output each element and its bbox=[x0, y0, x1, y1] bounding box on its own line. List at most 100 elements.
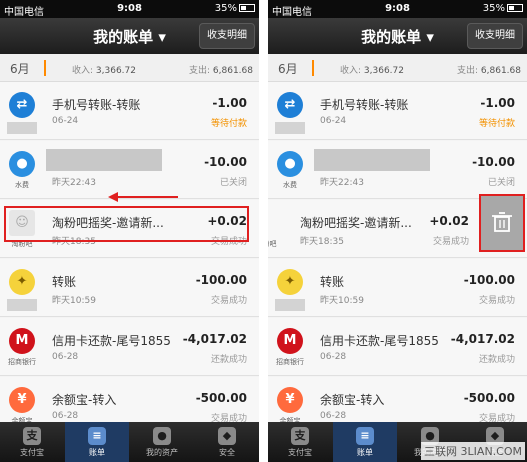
income-expense-detail-button[interactable]: 收支明细 bbox=[199, 23, 255, 49]
bill-title: 淘粉吧摇奖-邀请新... bbox=[300, 216, 412, 230]
nav-bar: 我的账单 ▾ 收支明细 bbox=[0, 18, 259, 54]
bill-amount: -100.00 bbox=[195, 273, 247, 287]
bill-status: 等待付款 bbox=[210, 119, 247, 129]
bill-row[interactable]: ⇄ 手机号转账-转账 06-24 -1.00 等待付款 bbox=[268, 82, 527, 140]
tab-label: 支付宝 bbox=[288, 448, 312, 457]
summary-divider bbox=[44, 60, 46, 76]
bill-row[interactable]: ✦ 转账 昨天10:59 -100.00 交易成功 bbox=[268, 259, 527, 317]
bill-date: 昨天22:43 bbox=[320, 178, 364, 188]
page-title-text: 我的账单 bbox=[93, 28, 154, 46]
battery-percent: 35% bbox=[482, 3, 505, 14]
tab-label: 安全 bbox=[219, 448, 235, 457]
bill-date: 昨天22:43 bbox=[52, 178, 96, 188]
tab-label: 我的资产 bbox=[146, 448, 178, 457]
bill-date: 06-24 bbox=[320, 116, 347, 126]
tab-assets[interactable]: ● 我的资产 bbox=[130, 422, 194, 462]
bill-icon-label: 水费 bbox=[283, 181, 297, 189]
bill-row[interactable]: ● 水费 昨天22:43 -10.00 已关闭 bbox=[268, 141, 527, 199]
tab-label: 账单 bbox=[357, 448, 373, 457]
bill-date: 昨天10:59 bbox=[52, 296, 96, 306]
alipay-icon: 支 bbox=[23, 427, 41, 445]
bill-date: 06-28 bbox=[320, 411, 347, 421]
tab-security[interactable]: ◆ 安全 bbox=[195, 422, 259, 462]
bill-title: 信用卡还款-尾号1855 bbox=[320, 334, 439, 348]
income-expense-detail-button[interactable]: 收支明细 bbox=[467, 23, 523, 49]
money-bag-icon: ¥ bbox=[9, 387, 35, 413]
bill-amount: +0.02 bbox=[429, 214, 469, 228]
chevron-down-icon: ▾ bbox=[158, 28, 166, 46]
bank-logo-icon: M bbox=[277, 328, 303, 354]
swipe-highlight-frame bbox=[4, 206, 249, 242]
bill-amount: -4,017.02 bbox=[182, 332, 247, 346]
month-selector[interactable]: 6月 bbox=[10, 60, 30, 77]
redacted-label bbox=[7, 122, 37, 134]
bill-date: 06-28 bbox=[52, 352, 79, 362]
bill-status: 还款成功 bbox=[210, 355, 247, 365]
tab-bill[interactable]: ≡ 账单 bbox=[333, 422, 397, 462]
redacted-label bbox=[275, 299, 305, 311]
page-title-text: 我的账单 bbox=[361, 28, 422, 46]
bill-title: 转账 bbox=[320, 275, 345, 289]
bill-status: 已关闭 bbox=[487, 178, 515, 188]
tab-alipay[interactable]: 支支付宝 bbox=[268, 422, 332, 462]
bill-amount: -500.00 bbox=[195, 391, 247, 405]
tab-label: 账单 bbox=[89, 448, 105, 457]
bill-status: 等待付款 bbox=[478, 119, 515, 129]
bill-status: 交易成功 bbox=[478, 296, 515, 306]
bill-date: 06-24 bbox=[52, 116, 79, 126]
bill-row[interactable]: ⇄ 手机号转账-转账 06-24 -1.00 等待付款 bbox=[0, 82, 259, 140]
bill-icon-label: 招商银行 bbox=[8, 358, 36, 366]
expense-value: 6,861.68 bbox=[212, 66, 253, 76]
status-bar: 中国电信 9:08 35% bbox=[268, 0, 527, 18]
lightbulb-icon: ✦ bbox=[277, 269, 303, 295]
month-summary: 6月 收入: 3,366.72 支出: 6,861.68 bbox=[0, 54, 259, 82]
bank-logo-icon: M bbox=[9, 328, 35, 354]
swipe-arrow-line bbox=[116, 196, 178, 198]
delete-button[interactable] bbox=[479, 194, 525, 252]
assets-icon: ● bbox=[153, 427, 171, 445]
alipay-icon: 支 bbox=[291, 427, 309, 445]
transfer-icon: ⇄ bbox=[9, 92, 35, 118]
battery-indicator: 35% bbox=[215, 3, 255, 14]
transfer-icon: ⇄ bbox=[277, 92, 303, 118]
bill-date: 昨天10:59 bbox=[320, 296, 364, 306]
bill-row[interactable]: ✦ 转账 昨天10:59 -100.00 交易成功 bbox=[0, 259, 259, 317]
phone-screen-left: 中国电信 9:08 35% 我的账单 ▾ 收支明细 6月 收入: 3,366.7… bbox=[0, 0, 259, 462]
battery-icon bbox=[507, 4, 523, 12]
bill-status: 交易成功 bbox=[210, 296, 247, 306]
bill-row[interactable]: ● 水费 昨天22:43 -10.00 已关闭 bbox=[0, 141, 259, 199]
bill-row[interactable]: M 招商银行 信用卡还款-尾号1855 06-28 -4,017.02 还款成功 bbox=[268, 318, 527, 376]
bill-status: 还款成功 bbox=[478, 355, 515, 365]
bill-amount: -100.00 bbox=[463, 273, 515, 287]
battery-indicator: 35% bbox=[483, 3, 523, 14]
expense-summary: 支出: 6,861.68 bbox=[457, 63, 521, 76]
summary-divider bbox=[312, 60, 314, 76]
money-bag-icon: ¥ bbox=[277, 387, 303, 413]
bill-row[interactable]: M 招商银行 信用卡还款-尾号1855 06-28 -4,017.02 还款成功 bbox=[0, 318, 259, 376]
bill-title: 转账 bbox=[52, 275, 77, 289]
battery-icon bbox=[239, 4, 255, 12]
tab-bill[interactable]: ≡ 账单 bbox=[65, 422, 129, 462]
bill-amount: -1.00 bbox=[480, 96, 515, 110]
bill-amount: -10.00 bbox=[204, 155, 247, 169]
bill-title: 余额宝-转入 bbox=[52, 393, 117, 407]
watermark: 三联网 3LIAN.COM bbox=[421, 442, 525, 460]
income-value: 3,366.72 bbox=[95, 66, 136, 76]
status-bar: 中国电信 9:08 35% bbox=[0, 0, 259, 18]
battery-percent: 35% bbox=[214, 3, 237, 14]
bill-amount: -500.00 bbox=[463, 391, 515, 405]
bill-icon: ≡ bbox=[356, 427, 374, 445]
bill-title: 手机号转账-转账 bbox=[52, 98, 141, 112]
nav-bar: 我的账单 ▾ 收支明细 bbox=[268, 18, 527, 54]
redacted-label bbox=[275, 122, 305, 134]
tab-alipay[interactable]: 支支付宝 bbox=[0, 422, 64, 462]
bill-date: 06-28 bbox=[52, 411, 79, 421]
bill-icon-label: 招商银行 bbox=[276, 358, 304, 366]
income-label: 收入: bbox=[340, 66, 362, 76]
expense-value: 6,861.68 bbox=[480, 66, 521, 76]
bill-amount: -1.00 bbox=[212, 96, 247, 110]
expense-label: 支出: bbox=[457, 66, 479, 76]
bill-date: 06-28 bbox=[320, 352, 347, 362]
month-selector[interactable]: 6月 bbox=[278, 60, 298, 77]
expense-label: 支出: bbox=[189, 66, 211, 76]
